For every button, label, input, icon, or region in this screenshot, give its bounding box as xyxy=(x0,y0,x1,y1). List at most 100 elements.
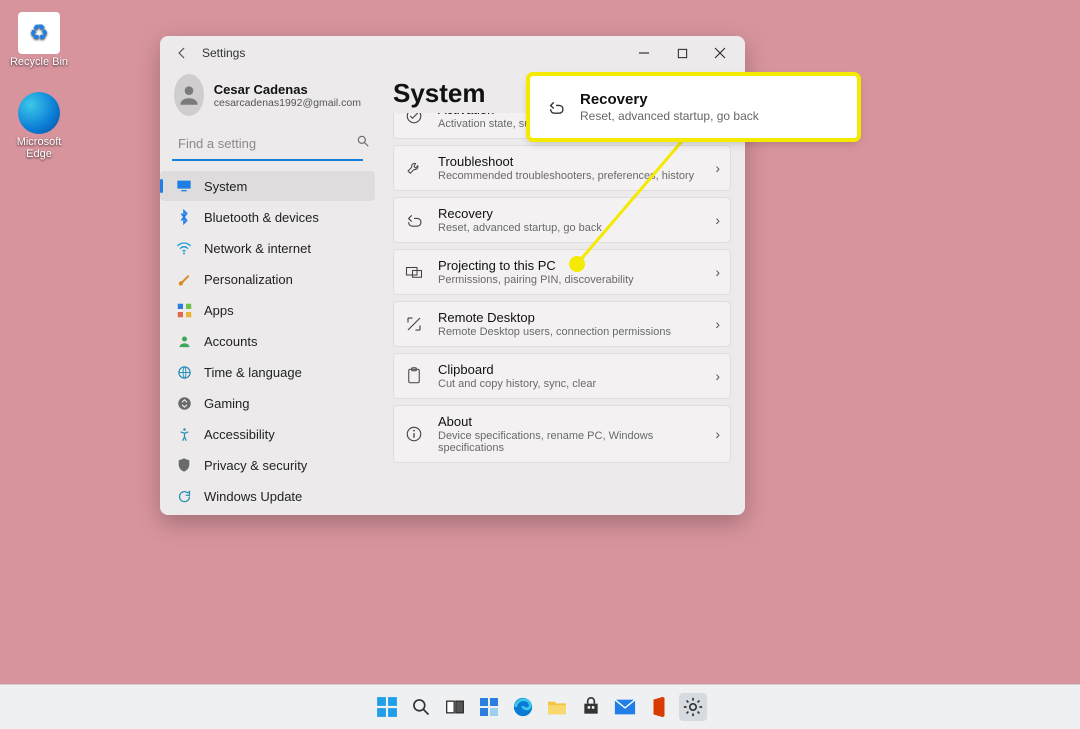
wifi-icon xyxy=(176,240,192,256)
callout-title: Recovery xyxy=(580,91,841,108)
back-button[interactable] xyxy=(172,43,192,63)
taskbar-edge[interactable] xyxy=(509,693,537,721)
nav: System Bluetooth & devices Network & int… xyxy=(160,171,375,511)
nav-item-windows-update[interactable]: Windows Update xyxy=(160,481,375,511)
card-recovery[interactable]: RecoveryReset, advanced startup, go back… xyxy=(393,197,731,243)
callout-target-dot xyxy=(569,256,585,272)
nav-item-apps[interactable]: Apps xyxy=(160,295,375,325)
nav-item-time-language[interactable]: Time & language xyxy=(160,357,375,387)
avatar-icon xyxy=(174,74,204,116)
chevron-right-icon: › xyxy=(715,212,720,228)
card-subtitle: Reset, advanced startup, go back xyxy=(438,222,701,234)
callout-recovery: Recovery Reset, advanced startup, go bac… xyxy=(530,76,857,138)
minimize-button[interactable] xyxy=(625,39,663,67)
card-remote-desktop[interactable]: Remote DesktopRemote Desktop users, conn… xyxy=(393,301,731,347)
recovery-icon xyxy=(404,211,424,229)
card-subtitle: Device specifications, rename PC, Window… xyxy=(438,430,701,454)
card-title: Troubleshoot xyxy=(438,154,701,169)
nav-label: Privacy & security xyxy=(204,458,307,473)
card-projecting[interactable]: Projecting to this PCPermissions, pairin… xyxy=(393,249,731,295)
shield-icon xyxy=(176,457,192,473)
nav-label: Accessibility xyxy=(204,427,275,442)
display-icon xyxy=(176,178,192,194)
desktop-icon-recycle-bin[interactable]: ♻ Recycle Bin xyxy=(3,12,75,68)
accounts-icon xyxy=(176,333,192,349)
accessibility-icon xyxy=(176,426,192,442)
info-icon xyxy=(404,425,424,443)
edge-icon xyxy=(18,92,60,134)
taskbar-explorer[interactable] xyxy=(543,693,571,721)
nav-label: Bluetooth & devices xyxy=(204,210,319,225)
update-icon xyxy=(176,488,192,504)
desktop: ♻ Recycle Bin Microsoft Edge Settings xyxy=(0,0,1080,729)
recycle-bin-icon: ♻ xyxy=(18,12,60,54)
taskbar-settings[interactable] xyxy=(679,693,707,721)
taskbar-search[interactable] xyxy=(407,693,435,721)
user-name: Cesar Cadenas xyxy=(214,82,361,97)
nav-label: Network & internet xyxy=(204,241,311,256)
remote-icon xyxy=(404,315,424,333)
card-title: Recovery xyxy=(438,206,701,221)
taskbar-taskview[interactable] xyxy=(441,693,469,721)
wrench-icon xyxy=(404,159,424,177)
settings-card-list: ActivationActivation state, subscription… xyxy=(393,113,731,463)
maximize-button[interactable] xyxy=(663,39,701,67)
nav-item-personalization[interactable]: Personalization xyxy=(160,264,375,294)
chevron-right-icon: › xyxy=(715,426,720,442)
search-input[interactable] xyxy=(176,135,356,152)
card-troubleshoot[interactable]: TroubleshootRecommended troubleshooters,… xyxy=(393,145,731,191)
nav-item-gaming[interactable]: Gaming xyxy=(160,388,375,418)
brush-icon xyxy=(176,271,192,287)
card-subtitle: Recommended troubleshooters, preferences… xyxy=(438,170,701,182)
bluetooth-icon xyxy=(176,209,192,225)
profile[interactable]: Cesar Cadenas cesarcadenas1992@gmail.com xyxy=(172,70,363,126)
nav-label: Windows Update xyxy=(204,489,302,504)
card-subtitle: Remote Desktop users, connection permiss… xyxy=(438,326,701,338)
taskbar-office[interactable] xyxy=(645,693,673,721)
user-email: cesarcadenas1992@gmail.com xyxy=(214,97,361,109)
globe-icon xyxy=(176,364,192,380)
taskbar-mail[interactable] xyxy=(611,693,639,721)
desktop-icon-label: Recycle Bin xyxy=(3,56,75,68)
nav-label: Gaming xyxy=(204,396,250,411)
search-box[interactable] xyxy=(172,130,363,161)
card-title: Clipboard xyxy=(438,362,701,377)
window-title: Settings xyxy=(202,46,245,60)
card-title: Remote Desktop xyxy=(438,310,701,325)
taskbar-widgets[interactable] xyxy=(475,693,503,721)
recovery-icon xyxy=(546,96,566,118)
chevron-right-icon: › xyxy=(715,160,720,176)
desktop-icon-edge[interactable]: Microsoft Edge xyxy=(3,92,75,160)
close-button[interactable] xyxy=(701,39,739,67)
callout-subtitle: Reset, advanced startup, go back xyxy=(580,109,841,123)
chevron-right-icon: › xyxy=(715,316,720,332)
taskbar-start[interactable] xyxy=(373,693,401,721)
nav-label: Accounts xyxy=(204,334,257,349)
nav-label: System xyxy=(204,179,247,194)
sidebar: Cesar Cadenas cesarcadenas1992@gmail.com… xyxy=(160,70,375,515)
project-icon xyxy=(404,264,424,280)
gaming-icon xyxy=(176,395,192,411)
desktop-icon-label: Microsoft Edge xyxy=(3,136,75,160)
search-icon xyxy=(356,134,370,153)
nav-item-network[interactable]: Network & internet xyxy=(160,233,375,263)
apps-icon xyxy=(176,302,192,318)
taskbar-store[interactable] xyxy=(577,693,605,721)
card-clipboard[interactable]: ClipboardCut and copy history, sync, cle… xyxy=(393,353,731,399)
titlebar[interactable]: Settings xyxy=(160,36,745,70)
check-circle-icon xyxy=(404,113,424,125)
chevron-right-icon: › xyxy=(715,368,720,384)
nav-item-accounts[interactable]: Accounts xyxy=(160,326,375,356)
card-subtitle: Cut and copy history, sync, clear xyxy=(438,378,701,390)
taskbar xyxy=(0,684,1080,729)
nav-item-bluetooth[interactable]: Bluetooth & devices xyxy=(160,202,375,232)
nav-item-system[interactable]: System xyxy=(160,171,375,201)
nav-label: Personalization xyxy=(204,272,293,287)
card-about[interactable]: AboutDevice specifications, rename PC, W… xyxy=(393,405,731,463)
nav-label: Time & language xyxy=(204,365,302,380)
nav-item-privacy[interactable]: Privacy & security xyxy=(160,450,375,480)
card-subtitle: Permissions, pairing PIN, discoverabilit… xyxy=(438,274,701,286)
chevron-right-icon: › xyxy=(715,264,720,280)
clipboard-icon xyxy=(404,367,424,385)
nav-item-accessibility[interactable]: Accessibility xyxy=(160,419,375,449)
